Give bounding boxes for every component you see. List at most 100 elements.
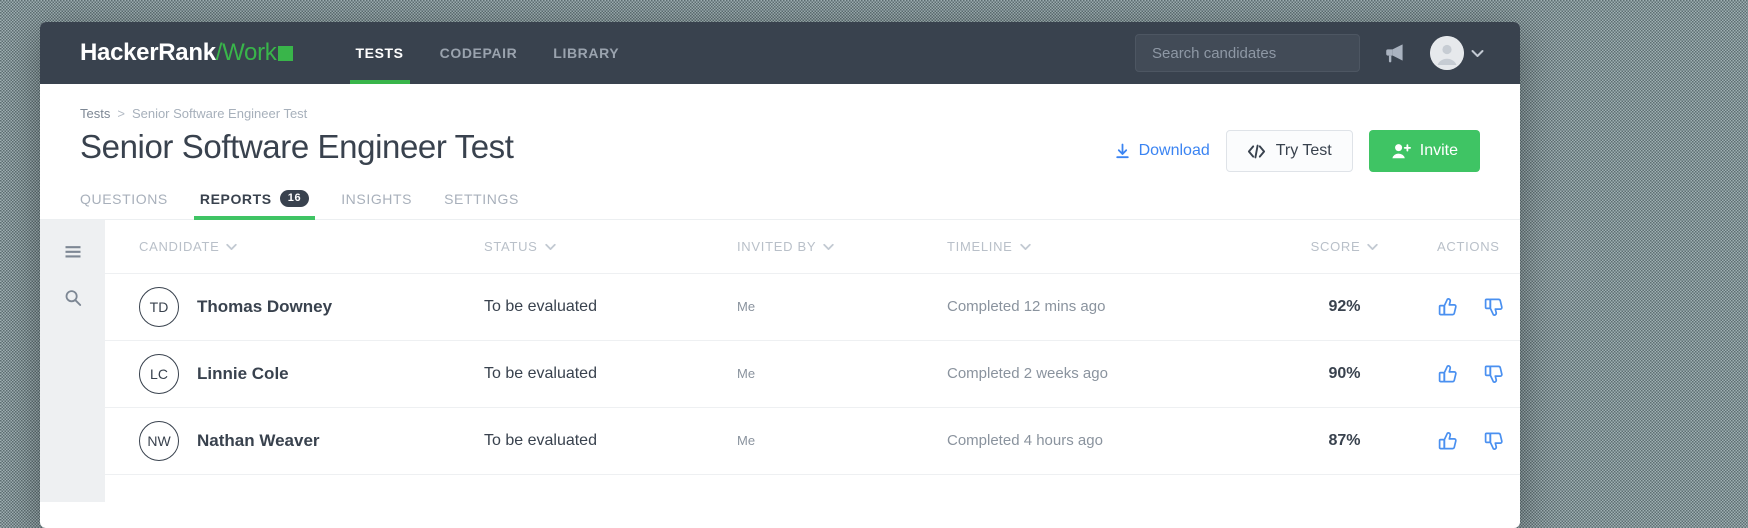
top-nav-right-group (1135, 34, 1520, 72)
tab-questions[interactable]: QUESTIONS (80, 181, 184, 219)
invited-by-text: Me (737, 299, 756, 315)
hamburger-menu-icon[interactable] (63, 242, 83, 262)
left-sidebar (40, 220, 105, 503)
thumbs-up-icon[interactable] (1437, 430, 1459, 452)
tab-insights[interactable]: INSIGHTS (325, 181, 428, 219)
nav-tab-codepair[interactable]: CODEPAIR (422, 22, 536, 84)
column-header-candidate[interactable]: CANDIDATE (139, 239, 484, 254)
reports-table: CANDIDATE STATUS INVITED BY TIMELINE SCO… (105, 220, 1520, 502)
column-header-status[interactable]: STATUS (484, 239, 737, 254)
tab-settings-label: SETTINGS (444, 191, 519, 208)
column-header-actions-label: ACTIONS (1437, 239, 1500, 255)
avatar: TD (139, 287, 179, 328)
status-text: To be evaluated (484, 432, 597, 450)
thumbs-down-icon[interactable] (1483, 363, 1505, 385)
megaphone-icon[interactable] (1382, 40, 1408, 66)
chevron-down-icon (1471, 49, 1484, 57)
row-actions (1437, 429, 1520, 454)
user-menu[interactable] (1430, 36, 1484, 70)
breadcrumb: Tests > Senior Software Engineer Test (80, 106, 1480, 121)
column-header-invited-by[interactable]: INVITED BY (737, 239, 947, 254)
search-input[interactable] (1150, 43, 1345, 63)
candidate-cell: LC Linnie Cole (139, 354, 484, 395)
column-header-timeline-label: TIMELINE (947, 239, 1013, 255)
column-header-invited-by-label: INVITED BY (737, 239, 817, 255)
brand-square-icon (277, 45, 293, 61)
candidate-name[interactable]: Thomas Downey (197, 297, 332, 317)
nav-tab-tests-label: TESTS (355, 45, 404, 61)
candidate-name[interactable]: Linnie Cole (197, 364, 289, 384)
status-text: To be evaluated (484, 365, 597, 383)
candidate-cell: NW Nathan Weaver (139, 421, 484, 462)
try-test-label: Try Test (1275, 142, 1332, 159)
thumbs-up-icon[interactable] (1437, 363, 1459, 385)
tab-reports-label: REPORTS (199, 190, 272, 207)
download-icon (1115, 143, 1129, 158)
score-text: 87% (1328, 432, 1361, 450)
score-text: 92% (1328, 298, 1361, 316)
thumbs-down-icon[interactable] (1483, 430, 1505, 452)
invited-by-text: Me (737, 366, 756, 382)
person-add-icon (1392, 144, 1411, 159)
nav-tab-library-label: LIBRARY (553, 45, 620, 61)
timeline-text: Completed 2 weeks ago (947, 365, 1108, 383)
hackerrank-logo[interactable]: HackerRank/Work (80, 39, 293, 67)
tab-insights-label: INSIGHTS (341, 191, 413, 208)
table-row[interactable]: NW Nathan Weaver To be evaluated Me Comp… (105, 408, 1520, 476)
tab-questions-label: QUESTIONS (80, 191, 168, 208)
chevron-down-icon (226, 243, 238, 250)
top-navigation-bar: HackerRank/Work TESTS CODEPAIR LIBRARY (40, 22, 1520, 84)
breadcrumb-separator: > (117, 106, 125, 121)
column-header-score[interactable]: SCORE (1311, 239, 1379, 254)
breadcrumb-current: Senior Software Engineer Test (131, 106, 308, 121)
column-header-candidate-label: CANDIDATE (139, 239, 220, 255)
candidate-cell: TD Thomas Downey (139, 287, 484, 328)
invite-label: Invite (1419, 142, 1458, 159)
app-window: HackerRank/Work TESTS CODEPAIR LIBRARY S… (40, 22, 1520, 528)
table-header-row: CANDIDATE STATUS INVITED BY TIMELINE SCO… (105, 220, 1520, 275)
chevron-down-icon (1367, 243, 1379, 250)
table-row[interactable]: TD Thomas Downey To be evaluated Me Comp… (105, 274, 1520, 342)
try-test-button[interactable]: Try Test (1225, 130, 1353, 172)
invited-by-text: Me (737, 433, 756, 449)
breadcrumb-root[interactable]: Tests (80, 106, 110, 121)
score-text: 90% (1328, 365, 1361, 383)
candidate-name[interactable]: Nathan Weaver (197, 431, 320, 451)
column-header-status-label: STATUS (484, 239, 538, 255)
page-header-actions: Download Try Test Invite (1114, 130, 1480, 172)
chevron-down-icon (544, 243, 556, 250)
chevron-down-icon (823, 243, 834, 250)
content-area: CANDIDATE STATUS INVITED BY TIMELINE SCO… (40, 220, 1520, 503)
top-nav-tabs: TESTS CODEPAIR LIBRARY (338, 22, 638, 84)
tab-reports[interactable]: REPORTS 16 (184, 180, 325, 221)
download-button[interactable]: Download (1114, 142, 1210, 160)
avatar: NW (139, 421, 179, 462)
column-header-timeline[interactable]: TIMELINE (947, 239, 1252, 254)
avatar: LC (139, 354, 179, 395)
section-tabs: QUESTIONS REPORTS 16 INSIGHTS SETTINGS (40, 180, 1520, 221)
nav-tab-library[interactable]: LIBRARY (535, 22, 637, 84)
tab-settings[interactable]: SETTINGS (428, 181, 535, 219)
nav-tab-codepair-label: CODEPAIR (439, 45, 518, 61)
brand-secondary: /Work (215, 39, 277, 66)
column-header-score-label: SCORE (1310, 239, 1361, 255)
search-icon[interactable] (63, 288, 83, 308)
row-actions (1437, 362, 1520, 387)
search-candidates-box[interactable] (1135, 34, 1360, 72)
row-actions (1437, 295, 1520, 320)
thumbs-down-icon[interactable] (1483, 296, 1505, 318)
table-row[interactable]: LC Linnie Cole To be evaluated Me Comple… (105, 341, 1520, 409)
nav-tab-tests[interactable]: TESTS (338, 22, 422, 84)
status-text: To be evaluated (484, 298, 597, 316)
brand-primary: HackerRank (80, 39, 216, 66)
thumbs-up-icon[interactable] (1437, 296, 1459, 318)
reports-count-badge: 16 (279, 190, 310, 208)
timeline-text: Completed 4 hours ago (947, 432, 1103, 450)
code-brackets-icon (1247, 144, 1265, 158)
chevron-down-icon (1019, 243, 1031, 250)
avatar-icon (1430, 36, 1464, 70)
download-label: Download (1138, 142, 1210, 159)
invite-button[interactable]: Invite (1368, 130, 1480, 172)
page-header: Tests > Senior Software Engineer Test Se… (40, 84, 1520, 172)
timeline-text: Completed 12 mins ago (947, 298, 1106, 316)
